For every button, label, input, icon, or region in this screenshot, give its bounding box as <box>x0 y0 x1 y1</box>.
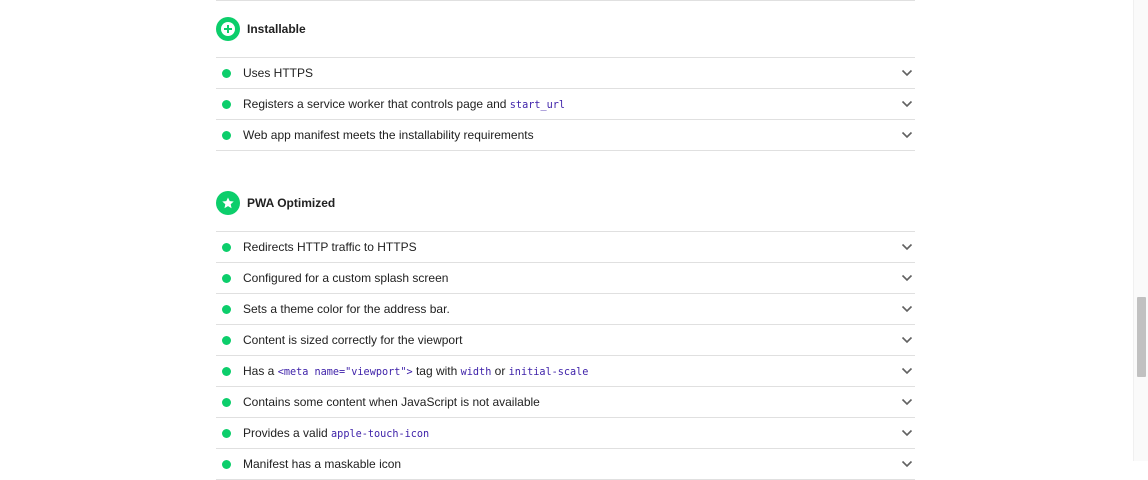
audit-title-text: Contains some content when JavaScript is… <box>243 395 540 409</box>
pass-indicator-icon <box>222 99 231 109</box>
audit-title: Manifest has a maskable icon <box>243 457 899 471</box>
audit-title-text: Uses HTTPS <box>243 66 314 80</box>
audit-title: Web app manifest meets the installabilit… <box>243 128 899 142</box>
chevron-down-icon[interactable] <box>899 96 915 112</box>
pass-indicator-icon <box>222 397 231 407</box>
pass-indicator-icon <box>222 273 231 283</box>
audit-list: Redirects HTTP traffic to HTTPS Configure… <box>216 231 915 480</box>
audit-title-text: Registers a service worker that controls… <box>243 97 510 111</box>
audit-row[interactable]: Contains some content when JavaScript is… <box>216 387 915 418</box>
audit-row[interactable]: Web app manifest meets the installabilit… <box>216 120 915 151</box>
audit-title-text: Configured for a custom splash screen <box>243 271 449 285</box>
chevron-down-icon[interactable] <box>899 456 915 472</box>
chevron-down-icon[interactable] <box>899 425 915 441</box>
star-icon <box>216 191 240 215</box>
audit-title: Has a <meta name="viewport"> tag with wi… <box>243 364 899 378</box>
pass-indicator-icon <box>222 366 231 376</box>
code-snippet: <meta name="viewport"> <box>277 367 413 378</box>
audit-row[interactable]: Uses HTTPS <box>216 58 915 89</box>
pass-indicator-icon <box>222 242 231 252</box>
chevron-down-icon[interactable] <box>899 332 915 348</box>
audit-title: Uses HTTPS <box>243 66 899 80</box>
audit-title: Contains some content when JavaScript is… <box>243 395 899 409</box>
audit-title-text: Sets a theme color for the address bar. <box>243 302 450 316</box>
audit-list: Uses HTTPS Registers a service worker tha… <box>216 57 915 151</box>
audit-row[interactable]: Sets a theme color for the address bar. <box>216 294 915 325</box>
audit-title-text: Provides a valid <box>243 426 332 440</box>
code-snippet: initial-scale <box>508 367 589 378</box>
audit-title: Redirects HTTP traffic to HTTPS <box>243 240 899 254</box>
code-snippet: width <box>460 367 492 378</box>
code-snippet: apple-touch-icon <box>331 429 430 440</box>
audit-row[interactable]: Provides a valid apple-touch-icon <box>216 418 915 449</box>
audit-title-text: or <box>491 364 509 378</box>
audit-row[interactable]: Has a <meta name="viewport"> tag with wi… <box>216 356 915 387</box>
pwa-audits-section: Installable Uses HTTPS Registers a servic… <box>216 0 915 480</box>
audit-row[interactable]: Manifest has a maskable icon <box>216 449 915 480</box>
group-header-pwa-optimized: PWA Optimized <box>216 175 915 231</box>
audit-row[interactable]: Redirects HTTP traffic to HTTPS <box>216 232 915 263</box>
group-title: PWA Optimized <box>247 196 336 210</box>
audit-row[interactable]: Registers a service worker that controls… <box>216 89 915 120</box>
scrollbar-thumb[interactable] <box>1137 297 1146 377</box>
audit-title: Registers a service worker that controls… <box>243 97 899 111</box>
chevron-down-icon[interactable] <box>899 301 915 317</box>
audit-title: Content is sized correctly for the viewp… <box>243 333 899 347</box>
chevron-down-icon[interactable] <box>899 65 915 81</box>
chevron-down-icon[interactable] <box>899 239 915 255</box>
vertical-scrollbar[interactable] <box>1133 0 1148 461</box>
chevron-down-icon[interactable] <box>899 127 915 143</box>
pass-indicator-icon <box>222 335 231 345</box>
pass-indicator-icon <box>222 304 231 314</box>
pass-indicator-icon <box>222 68 231 78</box>
audit-title-text: Web app manifest meets the installabilit… <box>243 128 534 142</box>
group-header-installable: Installable <box>216 1 915 57</box>
pass-indicator-icon <box>222 428 231 438</box>
audit-title: Provides a valid apple-touch-icon <box>243 426 899 440</box>
chevron-down-icon[interactable] <box>899 270 915 286</box>
audit-title-text: Redirects HTTP traffic to HTTPS <box>243 240 417 254</box>
audit-title-text: Has a <box>243 364 278 378</box>
group-title: Installable <box>247 22 306 36</box>
plus-circle-icon <box>216 17 240 41</box>
audit-row[interactable]: Configured for a custom splash screen <box>216 263 915 294</box>
audit-row[interactable]: Content is sized correctly for the viewp… <box>216 325 915 356</box>
chevron-down-icon[interactable] <box>899 394 915 410</box>
pass-indicator-icon <box>222 130 231 140</box>
code-snippet: start_url <box>509 100 565 111</box>
audit-title: Sets a theme color for the address bar. <box>243 302 899 316</box>
audit-title-text: Content is sized correctly for the viewp… <box>243 333 463 347</box>
audit-title-text: tag with <box>412 364 461 378</box>
chevron-down-icon[interactable] <box>899 363 915 379</box>
audit-title: Configured for a custom splash screen <box>243 271 899 285</box>
audit-title-text: Manifest has a maskable icon <box>243 457 402 471</box>
